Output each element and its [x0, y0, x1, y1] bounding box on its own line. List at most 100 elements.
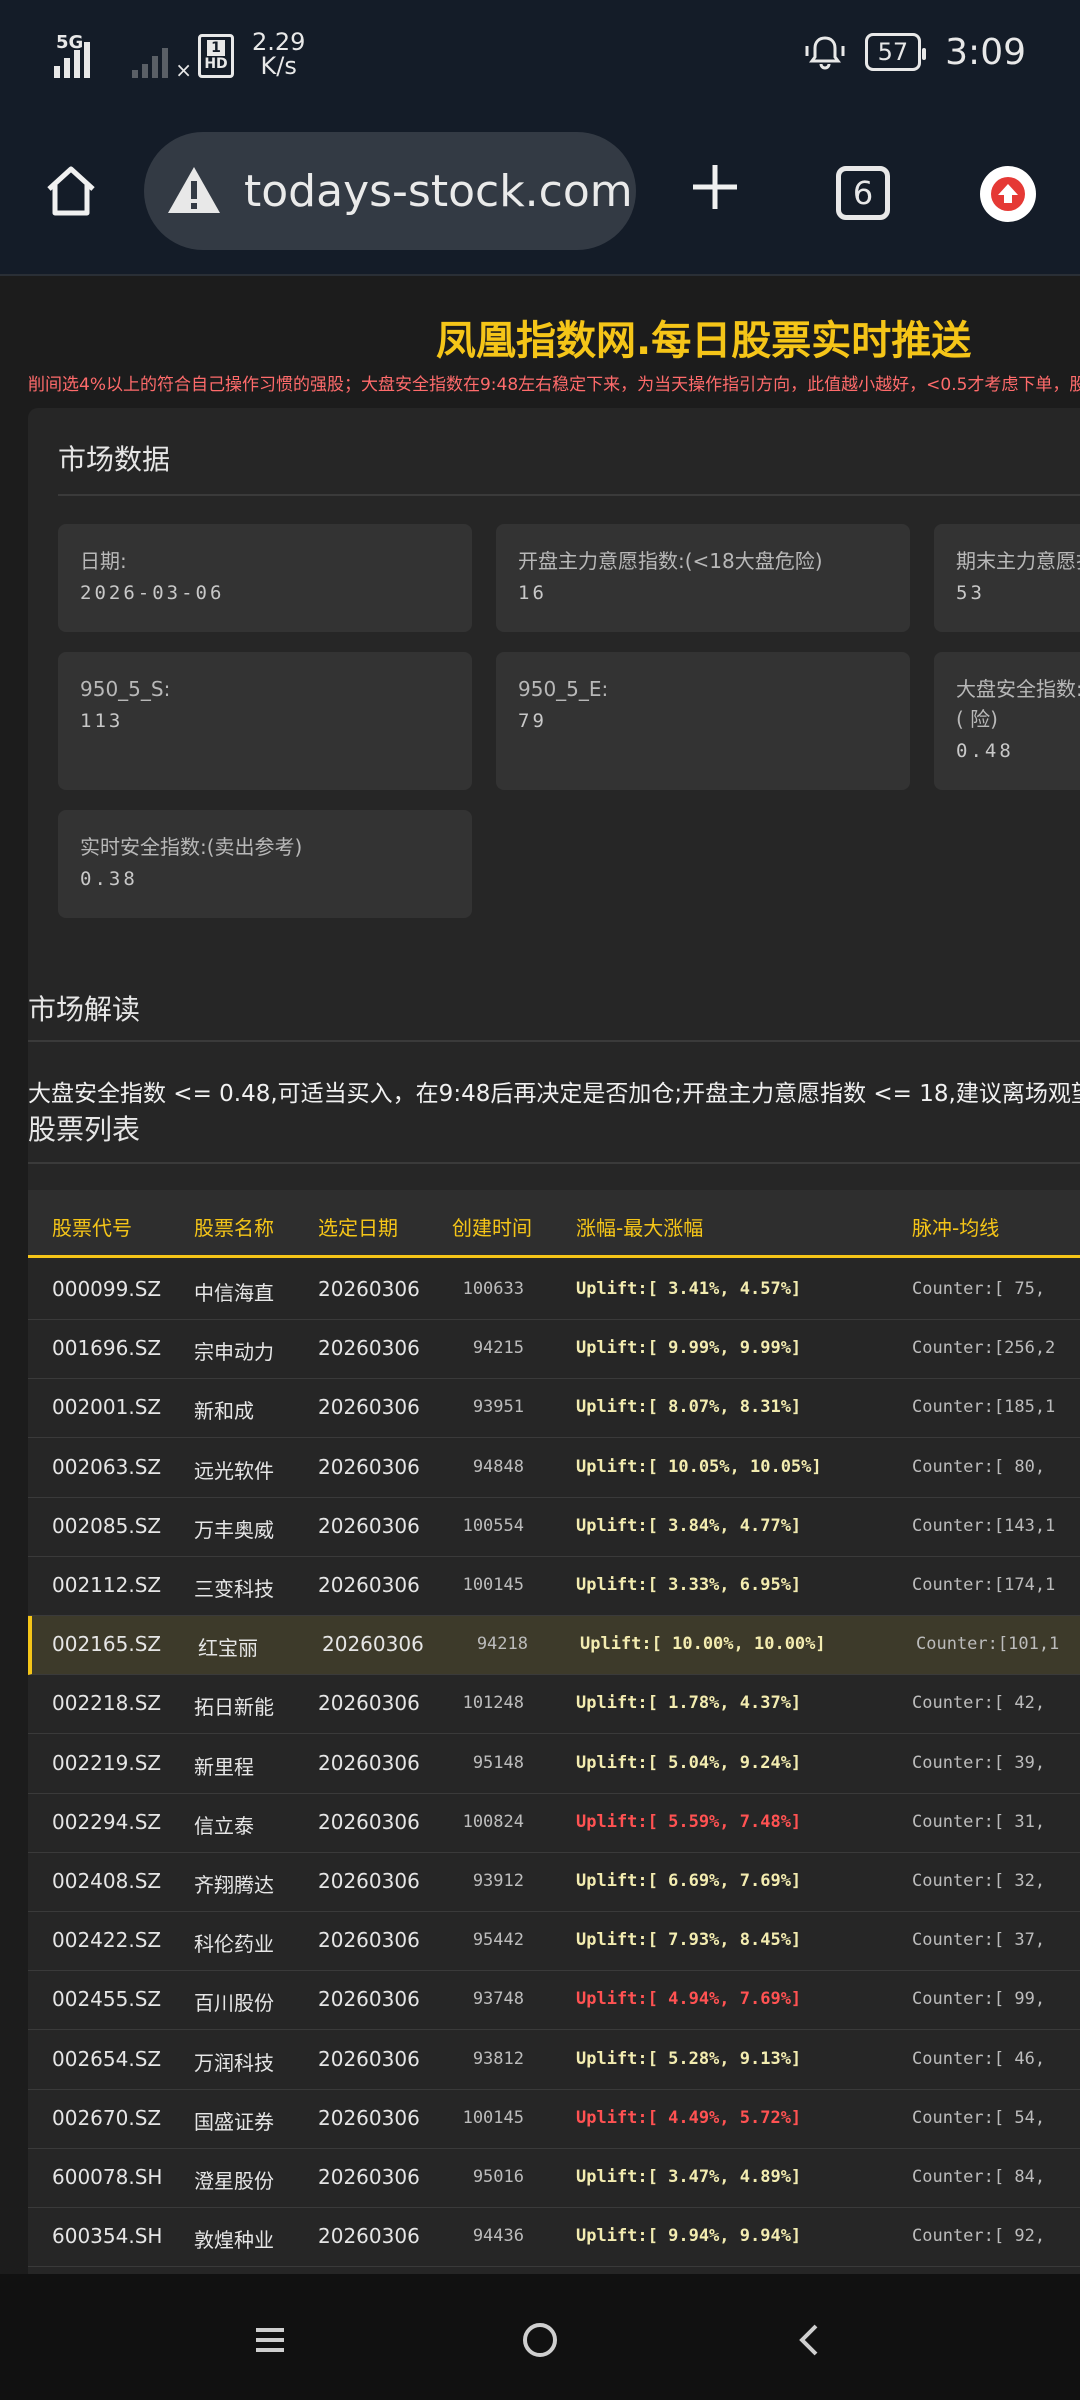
cell-time: 93912: [472, 1871, 524, 1891]
network-indicators: 5G × 1 HD 2.29 K/s: [54, 30, 305, 82]
cell-uplift: Uplift:[ 9.94%, 9.94%]: [576, 2226, 802, 2247]
cell-uplift: Uplift:[ 3.47%, 4.89%]: [576, 2167, 802, 2187]
cell-date: 20260306: [318, 2224, 420, 2249]
tile-market-safety-index: 大盘安全指数:( 险) 0.48: [934, 652, 1080, 790]
table-row[interactable]: 002001.SZ 新和成 20260306 93951 Uplift:[ 8.07%,…: [28, 1379, 1080, 1439]
warning-icon[interactable]: [166, 163, 222, 219]
cell-counter: Counter:[143,1: [912, 1515, 1056, 1536]
home-nav-button[interactable]: [510, 2310, 570, 2370]
cell-code: 600078.SH: [52, 2165, 163, 2189]
stock-list-title: 股票列表: [28, 1113, 141, 1146]
cell-name: 宗申动力: [194, 1340, 274, 1365]
table-row[interactable]: 002455.SZ 百川股份 20260306 93748 Uplift:[ 4.94%…: [28, 1971, 1080, 2031]
cell-time: 93951: [472, 1397, 524, 1418]
interpretation-text: 大盘安全指数 <= 0.48,可适当买入，在9:48后再决定是否加仓;开盘主力意…: [28, 1081, 1080, 1107]
cell-uplift: Uplift:[ 10.00%, 10.00%]: [580, 1634, 826, 1655]
cell-time: 93812: [472, 2048, 524, 2069]
cell-date: 20260306: [318, 1513, 420, 1538]
cell-counter: Counter:[256,2: [912, 1338, 1056, 1359]
tile-label: 日期:: [80, 549, 127, 573]
cell-name: 百川股份: [194, 1991, 274, 2016]
table-row[interactable]: 002219.SZ 新里程 20260306 95148 Uplift:[ 5.04%,…: [28, 1735, 1080, 1794]
header-time[interactable]: 创建时间: [452, 1212, 532, 1241]
cell-date: 20260306: [318, 1869, 420, 1893]
tile-value: 2026-03-06: [80, 582, 225, 604]
recents-button[interactable]: [240, 2310, 300, 2370]
cell-time: 100145: [462, 1575, 524, 1595]
header-uplift[interactable]: 涨幅-最大涨幅: [576, 1212, 703, 1241]
marquee-notice: 削间选4%以上的符合自己操作习惯的强股；大盘安全指数在9:48左右稳定下来，为当…: [28, 375, 1080, 395]
cell-name: 敦煌种业: [194, 2228, 274, 2253]
table-row[interactable]: 002408.SZ 齐翔腾达 20260306 93912 Uplift:[ 6.69%…: [28, 1853, 1080, 1912]
hd-icon: 1 HD: [198, 34, 234, 78]
cell-date: 20260306: [318, 1454, 420, 1479]
table-row[interactable]: 002063.SZ 远光软件 20260306 94848 Uplift:[ 10.05…: [28, 1439, 1080, 1498]
cell-time: 100633: [462, 1279, 524, 1299]
table-row[interactable]: 002670.SZ 国盛证券 20260306 100145 Uplift:[ 4.49…: [28, 2090, 1080, 2149]
table-row[interactable]: 600078.SH 澄星股份 20260306 95016 Uplift:[ 3.47%…: [28, 2149, 1080, 2208]
site-title: 凤凰指数网.每日股票实时推送: [436, 318, 972, 364]
cell-time: 94218: [476, 1634, 528, 1655]
interpretation-title: 市场解读: [28, 993, 141, 1026]
header-date[interactable]: 选定日期: [318, 1212, 398, 1241]
address-bar[interactable]: todays-stock.com: [144, 132, 636, 250]
table-row[interactable]: 600354.SH 敦煌种业 20260306 94436 Uplift:[ 9.94%…: [28, 2208, 1080, 2268]
cell-code: 600354.SH: [52, 2224, 163, 2249]
divider: [28, 1040, 1080, 1042]
menu-icon: [256, 2328, 284, 2352]
table-row[interactable]: 002218.SZ 拓日新能 20260306 101248 Uplift:[ 1.78…: [28, 1675, 1080, 1735]
update-button[interactable]: [980, 166, 1036, 222]
stock-table: 股票代号 股票名称 选定日期 创建时间 涨幅-最大涨幅 脉冲-均线 000099…: [28, 1190, 1080, 2274]
cell-time: 94848: [472, 1456, 524, 1477]
table-row[interactable]: 002294.SZ 信立泰 20260306 100824 Uplift:[ 5.59%…: [28, 1794, 1080, 1853]
new-tab-button[interactable]: [680, 152, 750, 222]
table-row[interactable]: 001696.SZ 宗申动力 20260306 94215 Uplift:[ 9.99%…: [28, 1320, 1080, 1380]
tile-open-will-index: 开盘主力意愿指数:(<18大盘危险) 16: [496, 524, 910, 632]
cell-counter: Counter:[ 37,: [912, 1930, 1046, 1951]
cell-date: 20260306: [318, 1336, 420, 1361]
plus-icon: [693, 165, 737, 209]
divider: [28, 1162, 1080, 1164]
back-button[interactable]: [780, 2310, 840, 2370]
cell-name: 齐翔腾达: [194, 1873, 274, 1897]
table-row[interactable]: 002085.SZ 万丰奥威 20260306 100554 Uplift:[ 3.84…: [28, 1498, 1080, 1557]
cell-code: 002670.SZ: [52, 2105, 162, 2130]
header-counter[interactable]: 脉冲-均线: [912, 1212, 999, 1241]
cell-time: 95016: [472, 2167, 524, 2187]
home-button[interactable]: [36, 156, 106, 226]
divider: [58, 494, 1080, 496]
cell-name: 国盛证券: [194, 2109, 274, 2134]
cell-counter: Counter:[101,1: [916, 1634, 1060, 1655]
table-row[interactable]: 000099.SZ 中信海直 20260306 100633 Uplift:[ 3.41…: [28, 1261, 1080, 1320]
tile-label: 开盘主力意愿指数:(<18大盘危险): [518, 549, 823, 573]
header-name[interactable]: 股票名称: [194, 1212, 274, 1241]
header-code[interactable]: 股票代号: [52, 1212, 132, 1241]
cell-uplift: Uplift:[ 3.41%, 4.57%]: [576, 1279, 802, 1299]
cell-date: 20260306: [318, 2105, 420, 2130]
table-row[interactable]: 002165.SZ 红宝丽 20260306 94218 Uplift:[ 10.00%…: [28, 1616, 1080, 1676]
tab-switcher-button[interactable]: 6: [836, 166, 890, 220]
cell-code: 002112.SZ: [52, 1573, 162, 1597]
tile-realtime-safety-index: 实时安全指数:(卖出参考) 0.38: [58, 810, 472, 918]
cell-name: 新和成: [194, 1399, 254, 1424]
cell-code: 002219.SZ: [52, 1750, 162, 1775]
signal-5g-icon: 5G: [54, 32, 100, 78]
cell-counter: Counter:[174,1: [912, 1575, 1056, 1595]
signal-2-icon: ×: [132, 34, 192, 82]
cell-uplift: Uplift:[ 6.69%, 7.69%]: [576, 1871, 802, 1891]
tile-value: 0.38: [80, 868, 138, 890]
cell-uplift: Uplift:[ 8.07%, 8.31%]: [576, 1397, 802, 1418]
back-icon: [799, 2324, 818, 2356]
cell-date: 20260306: [318, 1809, 420, 1834]
cell-code: 002422.SZ: [52, 1928, 162, 1953]
table-row[interactable]: 002112.SZ 三变科技 20260306 100145 Uplift:[ 3.33…: [28, 1557, 1080, 1616]
cell-time: 95442: [472, 1930, 524, 1951]
cell-name: 拓日新能: [194, 1695, 274, 1720]
table-row[interactable]: 002422.SZ 科伦药业 20260306 95442 Uplift:[ 7.93%…: [28, 1912, 1080, 1972]
table-row[interactable]: 002654.SZ 万润科技 20260306 93812 Uplift:[ 5.28%…: [28, 2031, 1080, 2090]
url-text[interactable]: todays-stock.com: [244, 166, 633, 217]
cell-date: 20260306: [322, 1632, 424, 1657]
cell-name: 新里程: [194, 1754, 254, 1779]
cell-code: 001696.SZ: [52, 1336, 162, 1361]
tile-value: 79: [518, 710, 547, 732]
